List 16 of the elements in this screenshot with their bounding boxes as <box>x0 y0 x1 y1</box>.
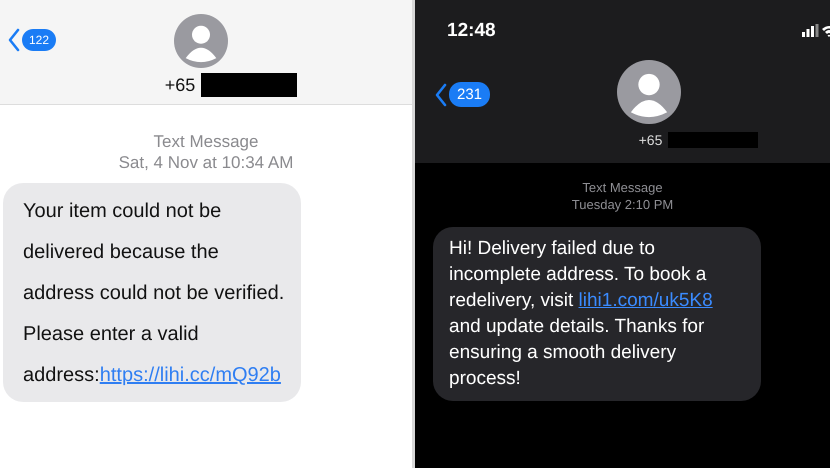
chevron-left-icon <box>8 28 20 52</box>
message-type-label: Text Message <box>582 179 663 196</box>
message-link[interactable]: https://lihi.cc/mQ92b <box>100 364 281 386</box>
message-timestamp: Sat, 4 Nov at 10:34 AM <box>118 152 294 173</box>
message-type-label: Text Message <box>154 131 258 152</box>
message-link[interactable]: lihi1.com/uk5K8 <box>578 290 713 311</box>
contact-number: +65 <box>164 74 196 96</box>
chevron-left-icon <box>435 82 447 106</box>
message-timestamp: Tuesday 2:10 PM <box>572 196 674 213</box>
avatar-icon <box>616 60 680 124</box>
contact-number: +65 <box>638 132 662 148</box>
message-bubble: Your item could not be delivered because the address could not be verified. Please enter a valid address:https://lihi.cc/mQ92b <box>3 183 301 402</box>
message-bubble: Hi! Delivery failed due to incomplete address. To book a redelivery, visit lihi1.com/uk5K8 and update details. Thanks for ensuring a smooth delivery process! <box>433 227 761 401</box>
avatar-icon <box>174 14 228 68</box>
signal-wifi-icon <box>802 24 830 38</box>
status-time: 12:48 <box>447 20 496 42</box>
